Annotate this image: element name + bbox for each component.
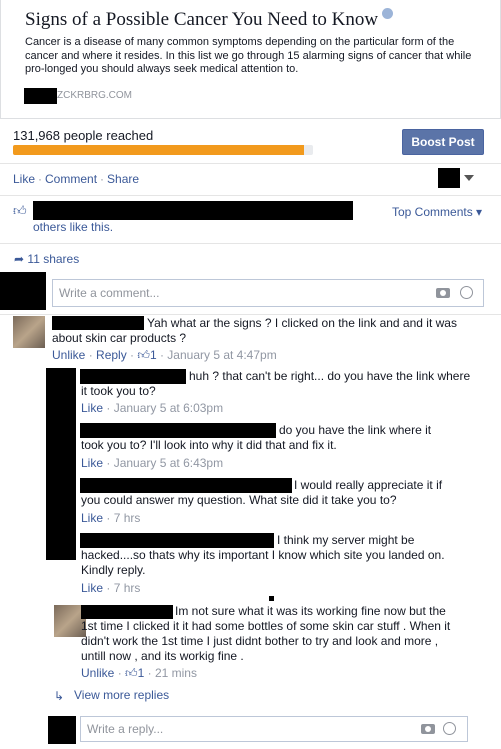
divider bbox=[0, 243, 501, 244]
share-link[interactable]: Share bbox=[107, 172, 139, 186]
link-title[interactable]: Signs of a Possible Cancer You Need to K… bbox=[25, 8, 394, 31]
others-like-this: others like this. bbox=[33, 220, 114, 234]
info-icon bbox=[382, 8, 394, 19]
comment-text: Yah what ar the signs ? I clicked on the… bbox=[52, 316, 457, 345]
divider bbox=[0, 195, 501, 196]
people-reached: 131,968 people reached bbox=[13, 128, 154, 143]
reply-link[interactable]: Reply bbox=[96, 348, 127, 362]
reply-meta: Like · January 5 at 6:03pm bbox=[81, 401, 224, 415]
unlike-link[interactable]: Unlike bbox=[52, 348, 85, 362]
redacted-block bbox=[33, 201, 353, 220]
shares-link[interactable]: ➦ 11 shares bbox=[14, 252, 79, 266]
reply-arrow-icon: ↳ bbox=[54, 689, 65, 703]
redacted-avatar bbox=[46, 368, 76, 560]
share-arrow-icon: ➦ bbox=[14, 252, 25, 266]
reply-meta: Unlike · 👍︎1 · 21 mins bbox=[81, 666, 197, 680]
reply-meta: Like · 7 hrs bbox=[81, 581, 141, 595]
like-link[interactable]: Like bbox=[81, 581, 103, 595]
reply-meta: Like · 7 hrs bbox=[81, 511, 141, 525]
redacted-block bbox=[24, 88, 57, 104]
reach-progress-bar bbox=[13, 145, 313, 155]
comment-time[interactable]: January 5 at 4:47pm bbox=[167, 348, 276, 362]
view-more-replies-link[interactable]: View more replies bbox=[74, 688, 169, 702]
thumbs-up-icon: 👍︎ bbox=[125, 666, 138, 680]
unlike-link[interactable]: Unlike bbox=[81, 666, 114, 680]
like-link[interactable]: Like bbox=[13, 172, 35, 186]
comment-meta: Unlike · Reply · 👍︎1 · January 5 at 4:47… bbox=[52, 348, 277, 362]
reply-meta: Like · January 5 at 6:43pm bbox=[81, 456, 224, 470]
emoji-icon[interactable] bbox=[460, 286, 473, 299]
camera-icon[interactable] bbox=[421, 724, 435, 734]
link-preview-card[interactable]: Signs of a Possible Cancer You Need to K… bbox=[0, 0, 501, 119]
comment-link[interactable]: Comment bbox=[45, 172, 97, 186]
thumbs-up-icon: 👍︎ bbox=[13, 203, 27, 218]
link-domain: ZCKRBRG.COM bbox=[57, 90, 132, 101]
avatar[interactable] bbox=[13, 316, 45, 348]
boost-post-button[interactable]: Boost Post bbox=[402, 129, 484, 155]
post-actions: Like · Comment · Share bbox=[13, 172, 140, 186]
top-comments-dropdown[interactable]: Top Comments ▾ bbox=[392, 205, 482, 219]
reply-text: I would really appreciate it if you coul… bbox=[81, 478, 443, 507]
divider bbox=[0, 163, 501, 164]
redacted-block bbox=[269, 596, 274, 601]
emoji-icon[interactable] bbox=[443, 722, 456, 735]
reply-text: I think my server might be hacked....so … bbox=[81, 533, 445, 577]
link-description: Cancer is a disease of many common sympt… bbox=[25, 36, 472, 75]
comment-input[interactable]: Write a comment... bbox=[52, 279, 484, 307]
redacted-avatar bbox=[48, 716, 76, 744]
thumbs-up-icon: 👍︎ bbox=[137, 348, 150, 362]
reply-input[interactable]: Write a reply... bbox=[80, 716, 468, 742]
reply-text: do you have the link where it took you t… bbox=[81, 423, 432, 452]
like-link[interactable]: Like bbox=[81, 456, 103, 470]
reply-text: huh ? that can't be right... do you have… bbox=[81, 369, 471, 398]
like-link[interactable]: Like bbox=[81, 401, 103, 415]
like-link[interactable]: Like bbox=[81, 511, 103, 525]
redacted-avatar bbox=[0, 272, 46, 310]
camera-icon[interactable] bbox=[436, 288, 450, 298]
reply-text: Im not sure what it was its working fine… bbox=[81, 604, 451, 663]
divider bbox=[0, 314, 501, 315]
chevron-down-icon[interactable] bbox=[464, 175, 474, 181]
reach-progress-fill bbox=[13, 145, 304, 155]
redacted-block bbox=[438, 168, 460, 188]
